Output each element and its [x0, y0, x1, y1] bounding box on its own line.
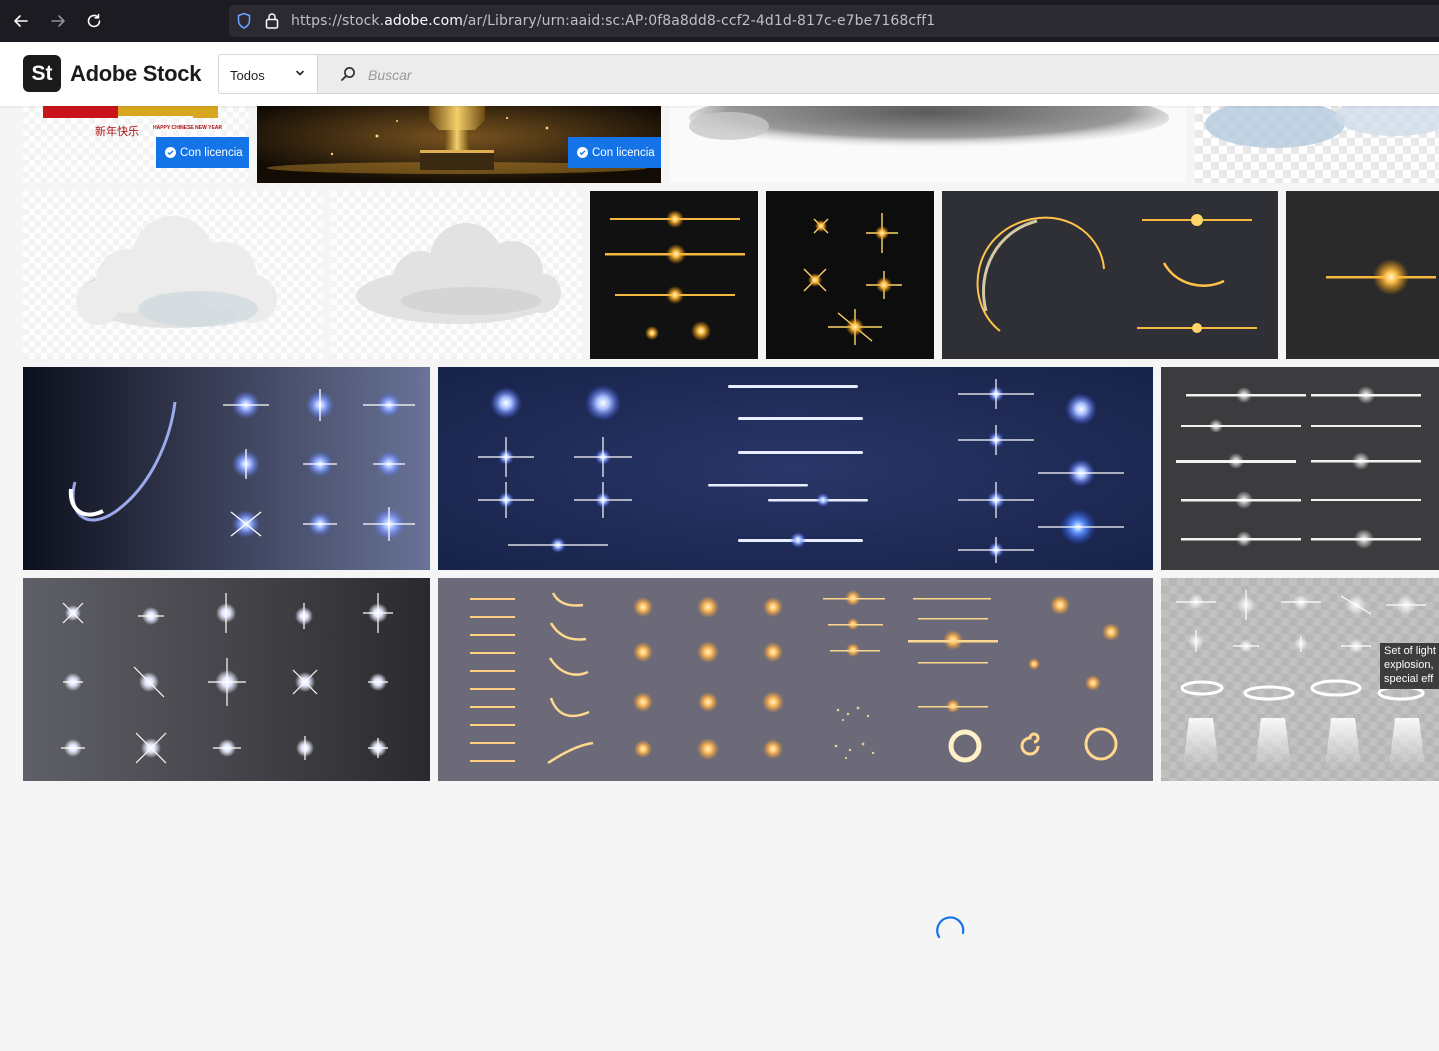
reload-icon[interactable]: [82, 9, 106, 33]
back-arrow-icon[interactable]: [9, 9, 33, 33]
search-icon[interactable]: [340, 66, 356, 82]
url-domain: adobe.com: [384, 13, 463, 29]
lock-icon[interactable]: [265, 12, 279, 30]
url-prefix: https://stock.: [291, 13, 385, 29]
chevron-down-icon: [295, 68, 305, 78]
url-text[interactable]: https://stock.adobe.com/ar/Library/urn:a…: [291, 13, 935, 29]
image-tile-white-streaks[interactable]: [1161, 367, 1439, 570]
licensed-badge: Con licencia: [156, 137, 249, 168]
image-tile-white-sparkle-grid[interactable]: [23, 578, 430, 781]
image-tile-golden-trophy[interactable]: Con licencia: [257, 106, 661, 183]
image-tile-golden-flares[interactable]: [590, 191, 758, 359]
image-tile-sky-clouds[interactable]: [1195, 106, 1439, 183]
content-type-selected: Todos: [230, 68, 265, 83]
licensed-badge-label: Con licencia: [592, 146, 655, 159]
image-tile-blue-light-effects[interactable]: [23, 367, 430, 570]
adobe-stock-logo-mark[interactable]: St: [23, 55, 61, 92]
image-tile-golden-arcs[interactable]: [942, 191, 1278, 359]
image-tile-white-cloud[interactable]: [23, 191, 323, 359]
image-tile-chinese-new-year[interactable]: 新年快乐 HAPPY CHINESE NEW YEAR Con licencia: [23, 106, 249, 183]
image-tile-golden-sparkles[interactable]: [766, 191, 934, 359]
image-tile-fluffy-cloud[interactable]: [331, 191, 582, 359]
address-bar[interactable]: https://stock.adobe.com/ar/Library/urn:a…: [229, 5, 1439, 37]
tooltip-line-1: Set of light: [1384, 645, 1436, 657]
browser-toolbar: https://stock.adobe.com/ar/Library/urn:a…: [0, 0, 1439, 42]
loading-spinner-icon: [934, 915, 966, 947]
forward-arrow-icon[interactable]: [46, 9, 70, 33]
site-header: St Adobe Stock Todos: [0, 42, 1439, 106]
search-bar: [317, 54, 1439, 94]
tooltip-line-2: explosion,: [1384, 659, 1434, 671]
image-tile-golden-light-collection[interactable]: [438, 578, 1153, 781]
image-tile-single-flare[interactable]: [1286, 191, 1439, 359]
adobe-stock-logo-text[interactable]: Adobe Stock: [70, 61, 201, 87]
image-tile-blue-starburst-set[interactable]: [438, 367, 1153, 570]
checkmark-icon: [165, 147, 176, 158]
image-title-tooltip: Set of light explosion, special eff: [1380, 643, 1439, 689]
shield-icon[interactable]: [236, 12, 252, 30]
licensed-badge-label: Con licencia: [180, 146, 243, 159]
checkmark-icon: [577, 147, 588, 158]
search-input[interactable]: [366, 63, 1270, 87]
english-greeting-text: HAPPY CHINESE NEW YEAR: [153, 125, 222, 131]
url-path: /ar/Library/urn:aaid:sc:AP:0f8a8dd8-ccf2…: [462, 13, 936, 29]
tooltip-line-3: special eff: [1384, 673, 1434, 685]
content-type-dropdown[interactable]: Todos: [218, 54, 317, 94]
image-tile-dark-cloud[interactable]: [669, 106, 1187, 183]
licensed-badge: Con licencia: [568, 137, 661, 168]
chinese-greeting-text: 新年快乐: [95, 125, 139, 138]
